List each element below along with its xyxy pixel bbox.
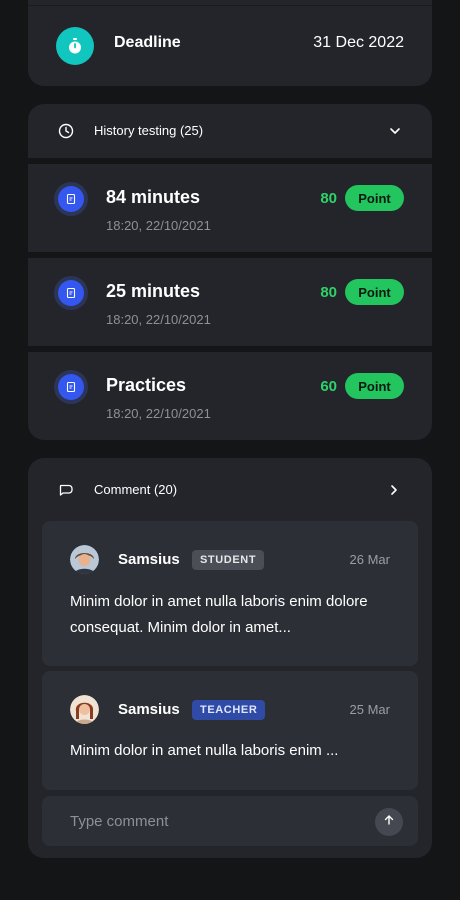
role-badge-student: STUDENT [192,550,265,570]
comment-date: 25 Mar [349,702,390,717]
point-badge: Point [345,185,404,211]
comment-text: Minim dolor in amet nulla laboris enim d… [70,593,368,636]
document-icon [54,276,88,310]
comment-date: 26 Mar [349,552,390,567]
deadline-date: 31 Dec 2022 [313,34,404,51]
avatar [70,695,99,724]
history-item[interactable]: Practices 18:20, 22/10/2021 60 Point [28,352,432,440]
send-button[interactable] [375,808,403,836]
comment-section: Comment (20) Samsius STUDENT 26 Mar Mini… [28,458,432,858]
history-item-time: 18:20, 22/10/2021 [106,312,211,327]
stopwatch-icon [56,27,94,65]
comment-author[interactable]: Samsius [118,551,180,568]
chat-bubble-icon [58,482,74,503]
comment-input-box [42,796,418,846]
comment-item[interactable]: Samsius TEACHER 25 Mar Minim dolor in am… [42,671,418,790]
previous-card-edge [28,0,432,6]
history-item-score: 80 [320,190,337,207]
history-item-score: 80 [320,284,337,301]
document-icon [54,182,88,216]
history-item[interactable]: 84 minutes 18:20, 22/10/2021 80 Point [28,164,432,252]
point-badge: Point [345,373,404,399]
arrow-up-icon [383,813,395,831]
history-item-time: 18:20, 22/10/2021 [106,406,211,421]
comment-section-title: Comment (20) [94,482,178,497]
history-testing-title: History testing (25) [94,123,204,138]
history-item-title: 25 minutes [106,281,201,301]
document-icon [54,370,88,404]
comment-input[interactable] [70,796,360,846]
history-testing-header[interactable]: History testing (25) [28,104,432,158]
deadline-card: Deadline 31 Dec 2022 [28,0,432,86]
history-item-time: 18:20, 22/10/2021 [106,218,211,233]
deadline-label: Deadline [114,34,181,51]
avatar [70,545,99,574]
comment-text: Minim dolor in amet nulla laboris enim .… [70,742,339,759]
screen: Deadline 31 Dec 2022 History testing (25… [0,0,460,900]
chevron-right-icon[interactable] [388,483,400,502]
history-item-title: 84 minutes [106,187,201,207]
comment-item[interactable]: Samsius STUDENT 26 Mar Minim dolor in am… [42,521,418,666]
point-badge: Point [345,279,404,305]
history-item-score: 60 [320,378,337,395]
chevron-down-icon[interactable] [388,124,402,143]
comment-author[interactable]: Samsius [118,701,180,718]
role-badge-teacher: TEACHER [192,700,266,720]
history-item-title: Practices [106,375,187,395]
clock-icon [58,123,74,144]
history-item[interactable]: 25 minutes 18:20, 22/10/2021 80 Point [28,258,432,346]
